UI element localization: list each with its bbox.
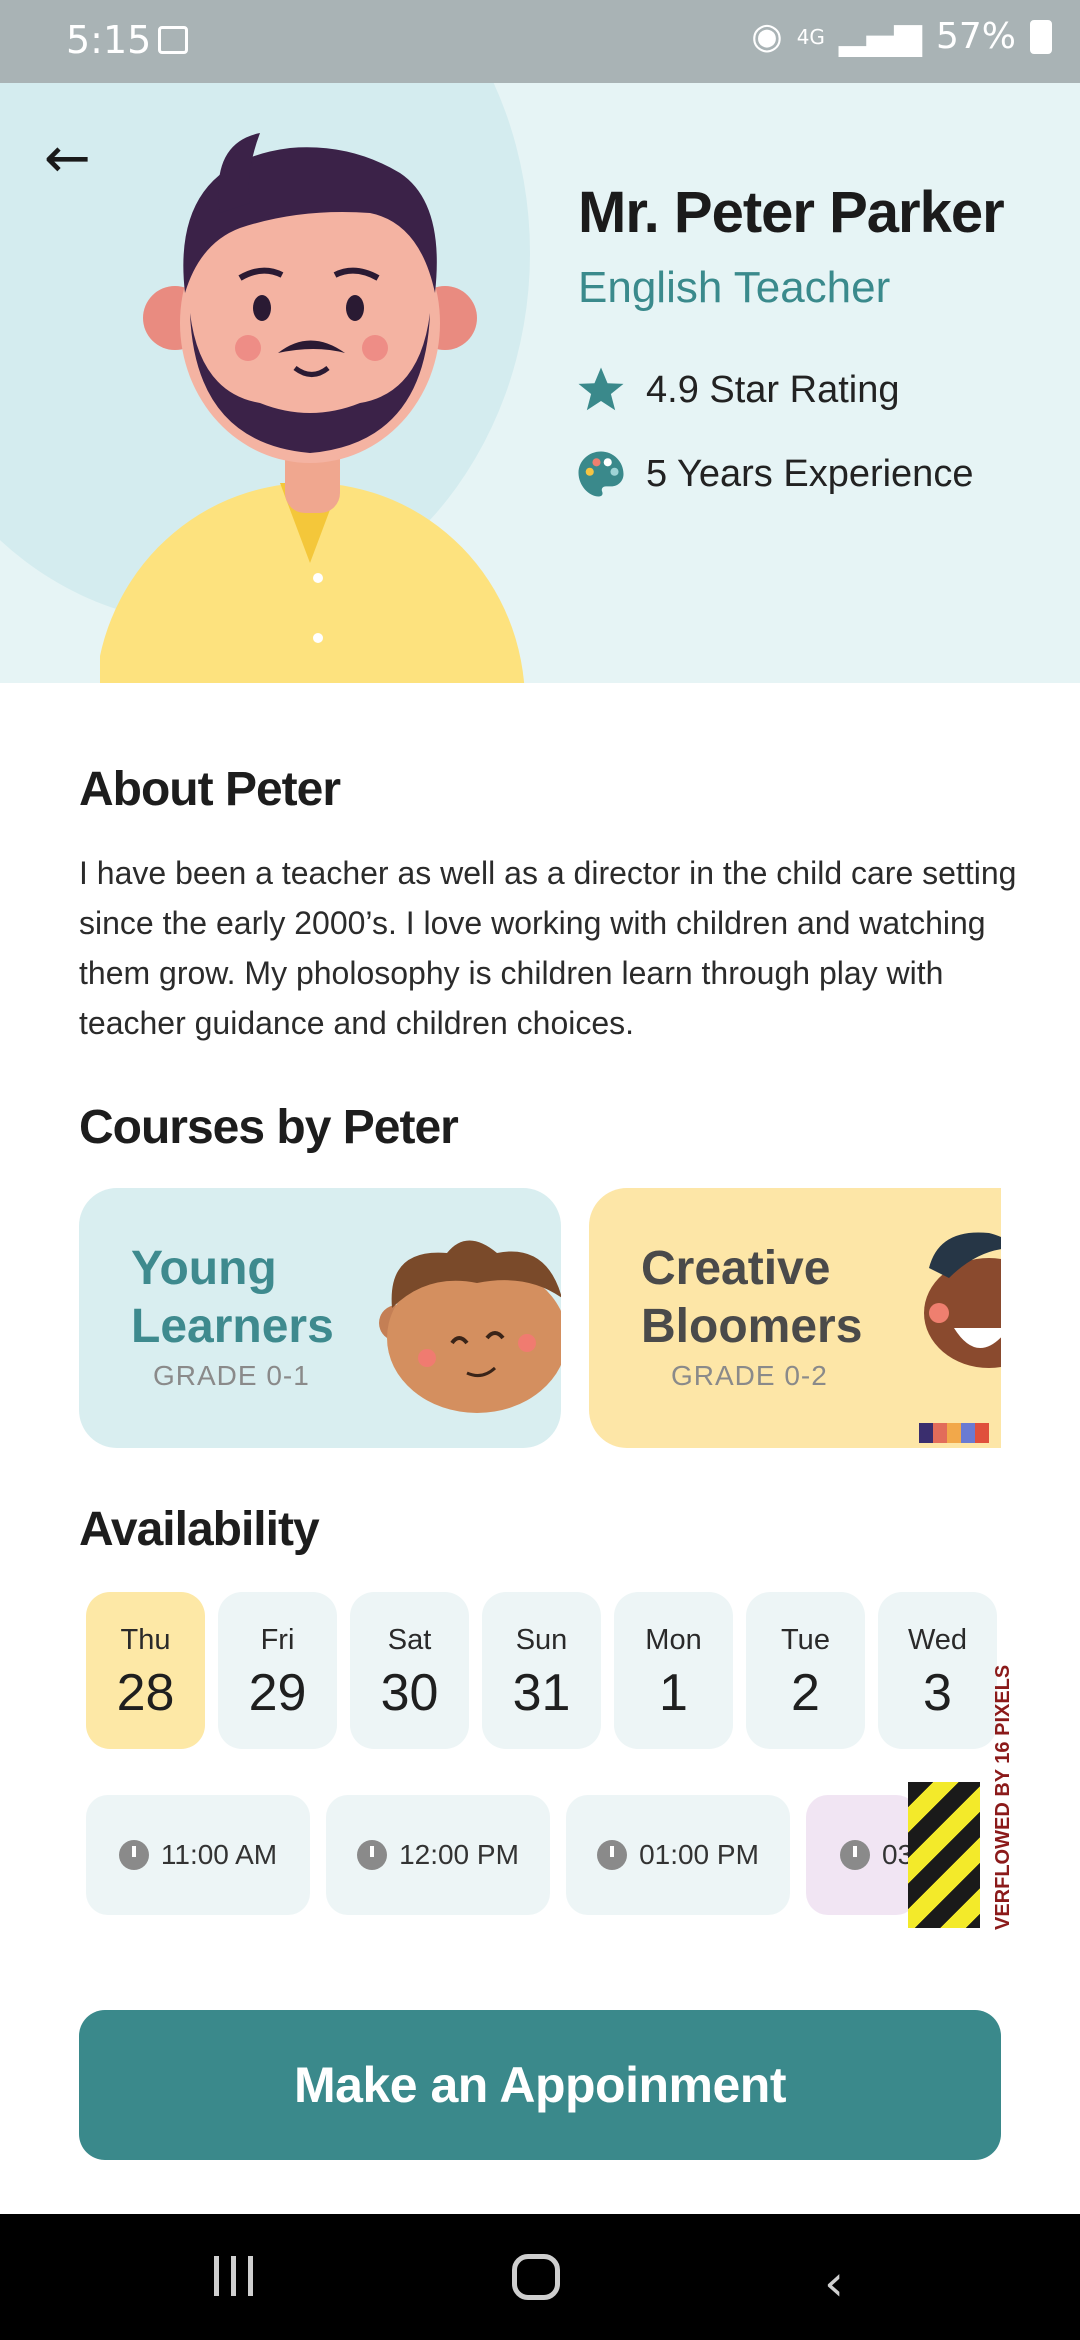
battery-icon [1030,19,1052,54]
hotspot-icon: ◉ [751,16,783,57]
clock-icon [597,1840,628,1870]
star-icon [578,367,624,411]
day-chip-tue[interactable]: Tue 2 [746,1592,865,1749]
kid-laughing-icon [919,1232,1001,1443]
network-type: 4G [796,24,825,49]
signal-icon: ▂▄▆ [838,16,922,57]
back-icon[interactable]: ‹ [824,2254,844,2312]
day-picker: Thu 28 Fri 29 Sat 30 Sun 31 Mon 1 Tue 2 … [86,1592,997,1749]
day-number: 31 [512,1664,571,1722]
rating-stat: 4.9 Star Rating [574,363,899,417]
back-arrow-icon[interactable]: ← [44,129,104,189]
day-name: Sun [515,1624,568,1656]
time-slot[interactable]: 01:00 PM [566,1795,790,1915]
day-name: Thu [120,1624,171,1656]
day-name: Mon [645,1624,702,1656]
recents-icon[interactable] [214,2256,253,2296]
day-number: 2 [791,1664,820,1722]
experience-stat: 5 Years Experience [574,447,973,501]
experience-label: 5 Years Experience [646,452,974,495]
kid-face-icon [379,1240,561,1413]
about-title: About Peter [79,763,341,816]
rating-label: 4.9 Star Rating [646,368,900,411]
time-slot[interactable]: 12:00 PM [326,1795,550,1915]
day-name: Sat [387,1624,432,1656]
image-notification-icon [158,26,188,54]
palette-icon [578,451,624,497]
home-icon[interactable] [512,2254,560,2300]
status-bar: 5:15 ◉ 4G ▂▄▆ 57% [0,0,1080,83]
course-card-creative-bloomers[interactable]: Creative Bloomers GRADE 0-2 [589,1188,1001,1448]
teacher-avatar [100,133,525,683]
battery-percent: 57% [935,16,1016,57]
time-slot[interactable]: 03:00 P [806,1795,918,1915]
overflow-warning-stripes [908,1782,980,1928]
day-number: 1 [659,1664,688,1722]
day-name: Wed [907,1624,968,1656]
clock-icon [357,1840,388,1870]
status-indicators: ◉ 4G ▂▄▆ 57% [751,16,1052,57]
day-number: 30 [380,1664,439,1722]
day-chip-sun[interactable]: Sun 31 [482,1592,601,1749]
day-name: Tue [781,1624,830,1656]
day-chip-wed[interactable]: Wed 3 [878,1592,997,1749]
teacher-role: English Teacher [578,263,891,312]
courses-title: Courses by Peter [79,1101,459,1154]
day-chip-mon[interactable]: Mon 1 [614,1592,733,1749]
clock-icon [118,1840,149,1870]
status-time: 5:15 [66,18,152,62]
make-appointment-button[interactable]: Make an Appoinment [79,2010,1001,2160]
time-slot-label: 01:00 PM [639,1839,759,1870]
system-nav-bar: ‹ [0,2214,1080,2340]
day-number: 29 [248,1664,307,1722]
clock-icon [840,1840,870,1870]
time-slot-label: 12:00 PM [399,1839,519,1870]
day-chip-fri[interactable]: Fri 29 [218,1592,337,1749]
time-slot-list: 11:00 AM 12:00 PM 01:00 PM 03:00 P [86,1795,918,1915]
course-title: Creative Bloomers [641,1242,863,1353]
time-slot-label: 11:00 AM [160,1839,278,1870]
time-slot[interactable]: 11:00 AM [86,1795,310,1915]
course-card-young-learners[interactable]: Young Learners GRADE 0-1 [79,1188,561,1448]
day-name: Fri [260,1624,295,1656]
teacher-hero: ← Mr. Peter Parker English Teacher 4.9 S… [0,83,1080,683]
day-chip-sat[interactable]: Sat 30 [350,1592,469,1749]
availability-title: Availability [79,1503,320,1556]
course-grade: GRADE 0-2 [671,1360,828,1391]
course-grade: GRADE 0-1 [153,1360,310,1391]
day-chip-thu[interactable]: Thu 28 [86,1592,205,1749]
overflow-warning-text: VERFLOWED BY 16 PIXELS [992,1664,1014,1930]
about-text: I have been a teacher as well as a direc… [79,855,1017,1041]
day-number: 3 [923,1664,952,1722]
teacher-name: Mr. Peter Parker [578,180,1005,245]
course-title: Young Learners [131,1242,334,1353]
day-number: 28 [116,1664,175,1722]
